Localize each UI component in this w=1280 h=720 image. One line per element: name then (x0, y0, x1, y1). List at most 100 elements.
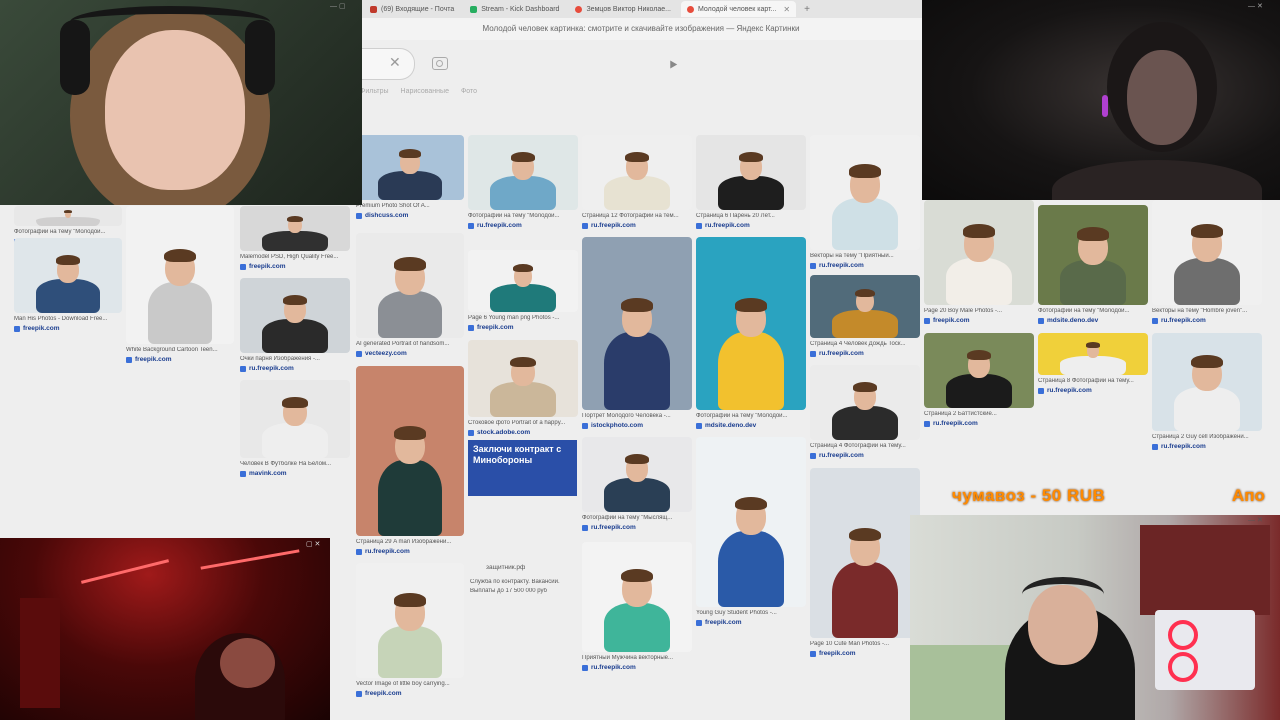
result-caption[interactable]: Фотографии на тему "Мыслящ... (582, 515, 692, 521)
tab-kick[interactable]: Stream - Kick Dashboard (464, 1, 565, 17)
result-caption[interactable]: Страница 12 Фотографии на тем... (582, 213, 692, 219)
result-image[interactable] (240, 206, 350, 251)
result-image[interactable] (1152, 333, 1262, 431)
result-source[interactable]: ru.freepik.com (810, 262, 864, 269)
result-source[interactable]: ru.freepik.com (1152, 443, 1206, 450)
result-source[interactable]: ru.freepik.com (1152, 317, 1206, 324)
camera-search-icon[interactable] (432, 57, 448, 70)
result-image[interactable] (924, 333, 1034, 408)
result-image[interactable] (810, 468, 920, 638)
result-source[interactable]: freepik.com (696, 619, 742, 626)
result-image[interactable] (468, 340, 578, 417)
result-image[interactable] (810, 275, 920, 338)
result-caption[interactable]: Page 10 Cute Man Photos -... (810, 641, 920, 647)
result-image[interactable] (14, 206, 122, 226)
result-image[interactable] (240, 278, 350, 353)
result-source[interactable]: ru.freepik.com (810, 350, 864, 357)
result-image[interactable] (356, 135, 464, 200)
result-image[interactable] (468, 135, 578, 210)
result-caption[interactable]: Стоковое фото Portrait of a happy... (468, 420, 578, 426)
result-source[interactable]: istockphoto.com (582, 422, 643, 429)
result-image[interactable] (356, 563, 464, 678)
result-caption[interactable]: Очки парня Изображения -... (240, 356, 350, 362)
result-source[interactable]: ru.freepik.com (240, 365, 294, 372)
result-source[interactable]: ru.freepik.com (696, 222, 750, 229)
result-caption[interactable]: Man His Photos - Download Free... (14, 316, 122, 322)
result-image[interactable] (14, 238, 122, 313)
result-image[interactable] (696, 437, 806, 607)
filter-item[interactable]: Нарисованные (401, 88, 449, 95)
result-caption[interactable]: Векторы на тему "Приятный... (810, 253, 920, 259)
result-caption[interactable]: Страница 2 Guy cell Изображени... (1152, 434, 1262, 440)
result-source[interactable]: freepik.com (468, 324, 514, 331)
close-tab-icon[interactable]: ✕ (783, 5, 790, 14)
tab-images[interactable]: Молодой человек карт... ✕ (681, 1, 797, 17)
result-image[interactable] (356, 233, 464, 338)
result-caption[interactable]: Page 20 Boy Male Photos -... (924, 308, 1034, 314)
result-source[interactable]: dishcuss.com (356, 212, 408, 219)
window-controls-icon[interactable]: — ✕ (1248, 516, 1263, 524)
result-caption[interactable]: AI generated Portrait of handsom... (356, 341, 464, 347)
result-caption[interactable]: Фотографии на тему "Молодой... (696, 413, 806, 419)
new-tab-button[interactable]: + (800, 4, 814, 15)
result-caption[interactable]: Страница 29 A man Изображени... (356, 539, 464, 545)
result-source[interactable]: stock.adobe.com (468, 429, 530, 436)
result-source[interactable]: freepik.com (126, 356, 172, 363)
result-image[interactable] (924, 200, 1034, 305)
result-caption[interactable]: Портрет Молодого Человека -... (582, 413, 692, 419)
result-caption[interactable]: Страница 6 Парень 20 Лет... (696, 213, 806, 219)
result-image[interactable] (582, 135, 692, 210)
result-image[interactable] (582, 542, 692, 652)
result-source[interactable]: ru.freepik.com (582, 222, 636, 229)
result-caption[interactable]: Человек В Футболке На Белом... (240, 461, 350, 467)
result-caption[interactable]: Страница 4 Фотографии на тему... (810, 443, 920, 449)
filter-item[interactable]: Фото (461, 88, 477, 95)
result-source[interactable]: ru.freepik.com (924, 420, 978, 427)
result-image[interactable] (696, 135, 806, 210)
result-source[interactable]: freepik.com (240, 263, 286, 270)
result-source[interactable]: freepik.com (14, 325, 60, 332)
ad-domain[interactable]: защитник.рф (486, 564, 525, 571)
result-image[interactable] (126, 206, 234, 344)
result-caption[interactable]: Premium Photo Shot Of A... (356, 203, 464, 209)
result-source[interactable]: ru.freepik.com (468, 222, 522, 229)
result-image[interactable] (810, 365, 920, 440)
result-caption[interactable]: White Background Cartoon Teen... (126, 347, 234, 353)
window-controls-icon[interactable]: ▢ ✕ (306, 540, 320, 548)
result-caption[interactable]: Vector Image of little boy carrying... (356, 681, 464, 687)
result-source[interactable]: mdsite.deno.dev (1038, 317, 1098, 324)
tab-mail[interactable]: (69) Входящие - Почта (364, 1, 460, 17)
result-image[interactable] (356, 366, 464, 536)
result-image[interactable] (696, 237, 806, 410)
result-caption[interactable]: Страница 4 Человек Дождь Тоск... (810, 341, 920, 347)
ad-banner[interactable]: Заключи контракт с Минобороны (468, 440, 577, 496)
result-caption[interactable]: Young Guy Student Photos -... (696, 610, 806, 616)
result-caption[interactable]: Страница 2 Баттистские... (924, 411, 1034, 417)
result-source[interactable]: ru.freepik.com (356, 548, 410, 555)
result-source[interactable]: ru.freepik.com (582, 524, 636, 531)
result-image[interactable] (1038, 333, 1148, 375)
clear-search-icon[interactable]: ✕ (389, 54, 401, 71)
result-image[interactable] (582, 237, 692, 410)
result-source[interactable]: ru.freepik.com (1038, 387, 1092, 394)
tab-profile[interactable]: Земцов Виктор Николае... (569, 1, 677, 17)
result-caption[interactable]: Фотографии на тему "Молодой... (1038, 308, 1148, 314)
result-caption[interactable]: Фотографии на тему "Молодой... (14, 229, 122, 235)
result-source[interactable]: ru.freepik.com (810, 452, 864, 459)
result-source[interactable]: freepik.com (356, 690, 402, 697)
result-caption[interactable]: Приятный Мужчина векторные... (582, 655, 692, 661)
result-image[interactable] (582, 437, 692, 512)
result-image[interactable] (468, 250, 578, 312)
window-controls-icon[interactable]: — ✕ (1248, 2, 1263, 10)
result-caption[interactable]: Фотографии на тему "Молодой... (468, 213, 578, 219)
result-image[interactable] (810, 135, 920, 250)
result-caption[interactable]: Векторы на тему "Hombre joven"... (1152, 308, 1262, 314)
result-source[interactable]: vecteezy.com (356, 350, 407, 357)
result-source[interactable]: mavink.com (240, 470, 287, 477)
result-source[interactable]: mdsite.deno.dev (696, 422, 756, 429)
result-caption[interactable]: Страница 8 Фотографии на тему... (1038, 378, 1148, 384)
result-image[interactable] (1038, 205, 1148, 305)
result-image[interactable] (1152, 200, 1262, 305)
result-caption[interactable]: Page 6 Young man png Photos -... (468, 315, 578, 321)
result-caption[interactable]: Malemodel PSD, High Quality Free... (240, 254, 350, 260)
